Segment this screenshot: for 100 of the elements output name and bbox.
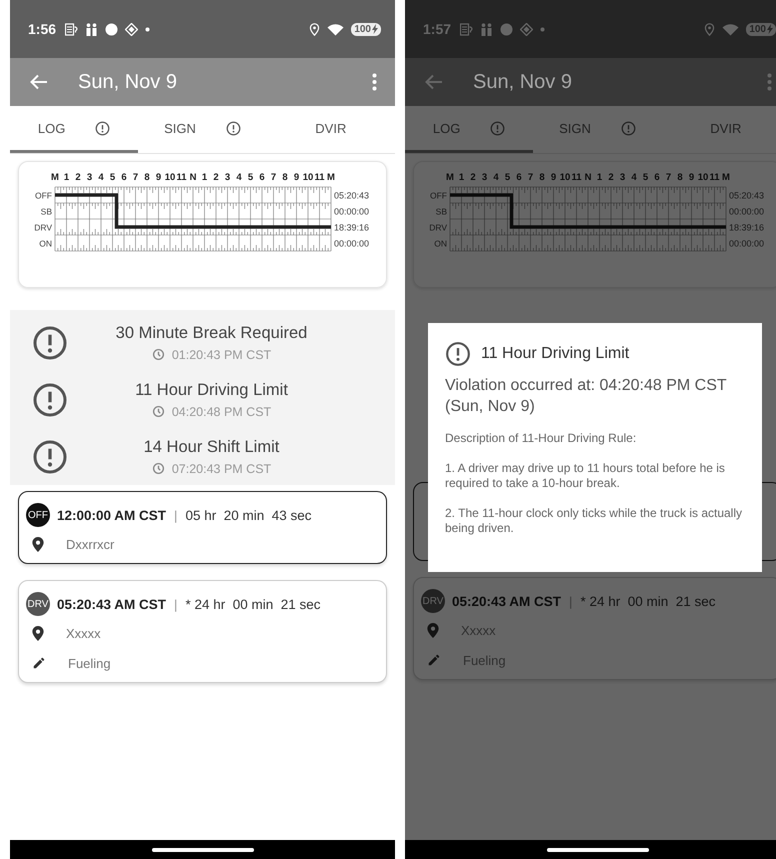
- hour-label: 2: [608, 172, 614, 183]
- alert-icon: [32, 382, 68, 418]
- status-row-label: DRV: [34, 222, 52, 232]
- filled-circle-icon: [500, 22, 514, 36]
- log-entry-card[interactable]: OFF 12:00:00 AM CST | 05 hr 20 min 43 sec Dxxrrxcr: [18, 491, 387, 564]
- people-icon: [480, 22, 494, 36]
- battery-percent: 100: [749, 24, 766, 34]
- entry-duration: * 24 hr 00 min 21 sec: [580, 594, 716, 608]
- wifi-icon: [722, 22, 740, 36]
- dot-icon: [145, 26, 150, 32]
- alert-icon: [32, 324, 68, 360]
- hour-label: 11: [314, 172, 325, 183]
- status-total: 05:20:43: [334, 190, 370, 200]
- hour-label: 3: [620, 172, 626, 183]
- violation-title: 30 Minute Break Required: [116, 324, 308, 342]
- entry-location: Xxxxx: [66, 626, 101, 640]
- hour-label: 1: [596, 172, 602, 183]
- hour-label: N: [584, 172, 592, 183]
- card-icon: [65, 22, 78, 36]
- entry-duration: 05 hr 20 min 43 sec: [185, 508, 312, 522]
- location-pin-icon: [32, 536, 44, 552]
- more-menu-icon[interactable]: [372, 73, 377, 91]
- hour-label: 8: [282, 172, 288, 183]
- back-arrow-icon[interactable]: [425, 74, 443, 90]
- location-pin-icon: [309, 22, 320, 36]
- screen-title: Sun, Nov 9: [473, 70, 572, 94]
- violation-time-text: Violation occurred at: 04:20:48 PM CST (Sun, Nov 9): [445, 376, 728, 417]
- violation-time: 07:20:43 PM CST: [172, 462, 272, 476]
- hour-label: 3: [86, 172, 92, 183]
- status-row-label: OFF: [430, 190, 447, 200]
- separator: |: [174, 508, 178, 522]
- status-total: 00:00:00: [729, 206, 764, 216]
- hour-label: 4: [98, 172, 104, 183]
- hour-label: 5: [642, 172, 648, 183]
- hour-label: 10: [698, 172, 708, 183]
- alert-icon: [445, 341, 471, 367]
- alert-icon: [620, 120, 636, 136]
- status-badge: DRV: [26, 592, 50, 616]
- status-row-label: OFF: [35, 190, 52, 200]
- status-time: 1:56: [28, 21, 56, 37]
- entry-duration: * 24 hr 00 min 21 sec: [185, 596, 321, 612]
- more-menu-icon[interactable]: [767, 73, 772, 91]
- diamond-icon: [520, 22, 534, 36]
- hour-label: 9: [156, 172, 162, 183]
- alert-icon: [226, 120, 241, 136]
- violation-title: 11 Hour Driving Limit: [135, 380, 288, 400]
- hour-label: 9: [688, 172, 694, 183]
- screen-title: Sun, Nov 9: [78, 70, 177, 94]
- hour-label: M: [51, 172, 59, 183]
- location-pin-icon: [32, 626, 44, 640]
- violation-time: 04:20:48 PM CST: [172, 404, 272, 418]
- separator: |: [174, 596, 178, 612]
- hour-label: 4: [493, 172, 499, 183]
- hour-label: 7: [132, 172, 138, 183]
- hour-label: 4: [631, 172, 637, 183]
- status-time: 1:57: [423, 21, 452, 37]
- pencil-icon: [32, 656, 46, 670]
- home-indicator[interactable]: [152, 848, 254, 852]
- card-icon: [460, 22, 474, 36]
- entry-start-time: 12:00:00 AM CST: [57, 508, 166, 522]
- hour-label: 7: [270, 172, 276, 183]
- location-pin-icon: [704, 22, 716, 36]
- alert-icon: [490, 120, 506, 136]
- status-total: 18:39:16: [729, 222, 764, 232]
- hour-label: 5: [248, 172, 254, 183]
- back-arrow-icon[interactable]: [30, 74, 48, 90]
- hour-label: 11: [571, 172, 582, 183]
- diamond-icon: [125, 22, 138, 36]
- hour-label: M: [446, 172, 454, 183]
- home-indicator[interactable]: [546, 848, 648, 852]
- hour-label: N: [190, 172, 196, 183]
- filled-circle-icon: [105, 22, 118, 36]
- wifi-icon: [327, 22, 344, 36]
- status-row-label: SB: [40, 206, 52, 216]
- status-total: 05:20:43: [729, 190, 764, 200]
- hour-label: 2: [470, 172, 476, 183]
- log-entry-card[interactable]: DRV 05:20:43 AM CST | * 24 hr 00 min 21 sec Xxxxx Fueling: [18, 580, 387, 683]
- hour-label: 10: [560, 172, 570, 183]
- rule-text: 1. A driver may drive up to 11 hours total before he is required to take a 10-hour break.: [445, 461, 726, 491]
- hour-label: 4: [236, 172, 242, 183]
- hour-label: M: [722, 172, 730, 183]
- hour-label: 11: [176, 172, 187, 183]
- hour-label: 8: [144, 172, 150, 183]
- status-row-label: ON: [39, 238, 52, 248]
- hour-label: 5: [504, 172, 510, 183]
- hour-label: 1: [64, 172, 70, 183]
- status-badge: DRV: [421, 589, 445, 613]
- hour-label: 5: [110, 172, 116, 183]
- hour-label: 8: [677, 172, 683, 183]
- alert-icon: [95, 120, 110, 136]
- hour-label: 1: [202, 172, 208, 183]
- hour-label: 8: [539, 172, 545, 183]
- hour-label: 9: [550, 172, 556, 183]
- people-icon: [85, 22, 98, 36]
- alert-icon: [32, 438, 68, 474]
- entry-start-time: 05:20:43 AM CST: [57, 596, 166, 612]
- location-pin-icon: [427, 622, 439, 638]
- hour-label: 10: [164, 172, 176, 183]
- separator: |: [569, 594, 572, 608]
- bolt-icon: [767, 24, 773, 34]
